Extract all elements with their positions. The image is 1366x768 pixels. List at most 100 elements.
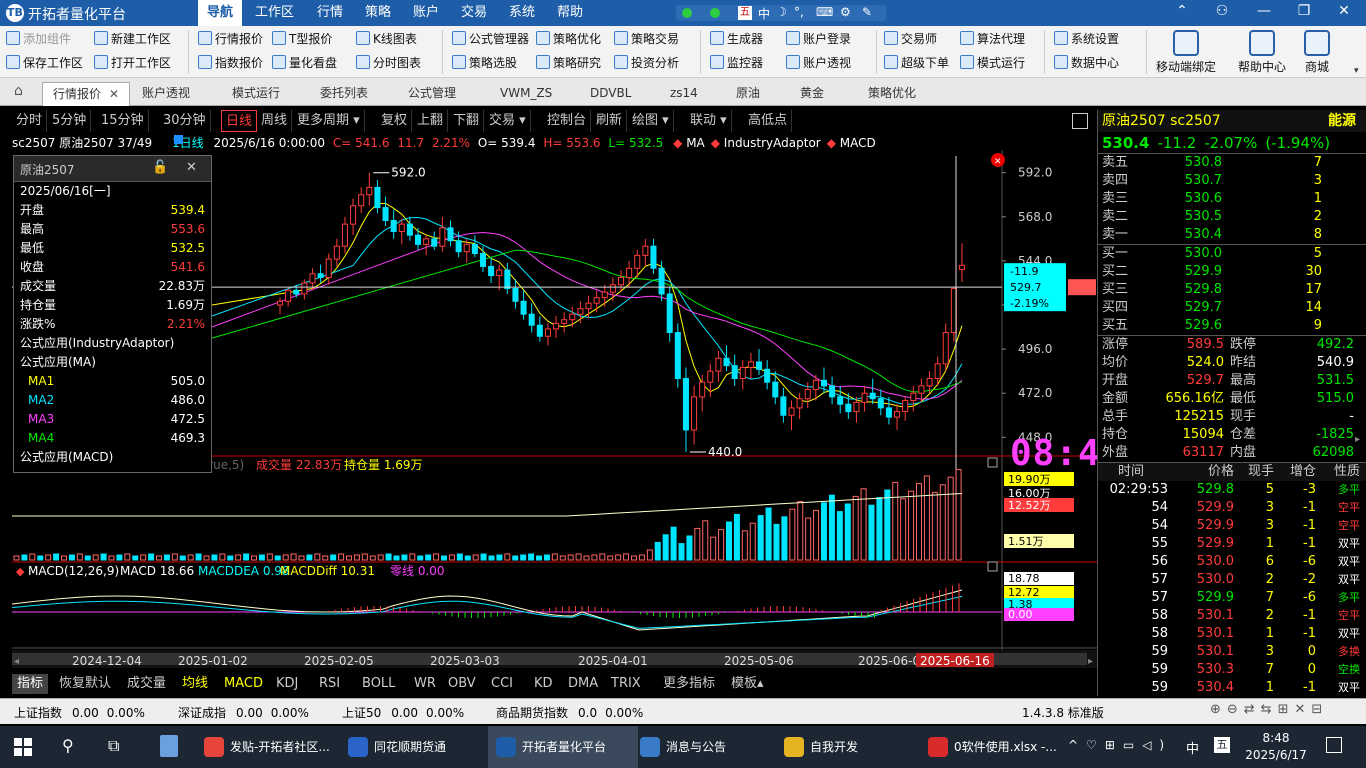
taskbar-app-5[interactable]: 0软件使用.xlsx -... xyxy=(920,726,1070,768)
period-button-7[interactable]: 复权 xyxy=(377,110,413,132)
orderbook-row[interactable]: 买三 529.8 17 xyxy=(1098,281,1366,299)
candle-body[interactable] xyxy=(756,361,763,370)
indicator-tab-15[interactable]: 模板▴ xyxy=(726,674,769,694)
candle-body[interactable] xyxy=(431,238,438,247)
toolbar-button[interactable]: 账户登录 xyxy=(786,28,851,50)
candle-body[interactable] xyxy=(845,403,852,413)
candle-body[interactable] xyxy=(504,269,511,289)
candle-body[interactable] xyxy=(780,396,787,416)
status-icons[interactable]: ⊕⊖⇄⇆⊞✕⊟ xyxy=(1210,702,1328,717)
candle-body[interactable] xyxy=(520,300,527,315)
menu-2[interactable]: 行情 xyxy=(308,0,352,26)
tab-4[interactable]: 公式管理 xyxy=(398,82,466,106)
indicator-tab-14[interactable]: 更多指标 xyxy=(658,674,720,694)
candle-body[interactable] xyxy=(902,400,909,413)
candle-body[interactable] xyxy=(585,302,592,310)
close-tab-icon[interactable]: ✕ xyxy=(109,87,119,101)
indicator-tab-11[interactable]: KD xyxy=(529,674,558,694)
panel-maximize-icon[interactable] xyxy=(987,457,998,468)
candle-body[interactable] xyxy=(910,392,917,402)
menu-6[interactable]: 系统 xyxy=(500,0,544,26)
candle-body[interactable] xyxy=(820,379,827,387)
candle-body[interactable] xyxy=(691,396,698,431)
index-ticker[interactable]: 上证指数 0.00 0.00% xyxy=(14,704,145,721)
toolbar-button[interactable]: 交易师 xyxy=(884,28,937,50)
tab-8[interactable]: 原油 xyxy=(726,82,770,106)
tab-5[interactable]: VWM_ZS xyxy=(490,82,562,106)
period-button-8[interactable]: 上翻 xyxy=(413,110,449,132)
orderbook-row[interactable]: 卖五 530.8 7 xyxy=(1098,154,1366,172)
orderbook-row[interactable]: 买五 529.6 9 xyxy=(1098,317,1366,335)
settings-icon[interactable]: ⚙ xyxy=(840,5,851,19)
candle-body[interactable] xyxy=(325,258,332,278)
tab-3[interactable]: 委托列表 xyxy=(310,82,378,106)
wrench-icon[interactable]: ✎ xyxy=(862,5,872,19)
toolbar-button[interactable]: 指数报价 xyxy=(198,52,263,74)
help-dropdown-icon[interactable]: ⌃ xyxy=(1170,3,1194,19)
toolbar-button[interactable]: T型报价 xyxy=(272,28,332,50)
indicator-tag[interactable]: ◆ MA xyxy=(673,136,705,150)
indicator-tab-2[interactable]: 成交量 xyxy=(122,674,171,694)
candle-body[interactable] xyxy=(723,357,730,367)
period-button-0[interactable]: 分时 xyxy=(12,110,48,132)
indicator-tab-1[interactable]: 恢复默认 xyxy=(54,674,116,694)
toolbar-button[interactable]: 量化看盘 xyxy=(272,52,337,74)
candle-body[interactable] xyxy=(439,227,446,247)
orderbook-row[interactable]: 买一 530.0 5 xyxy=(1098,245,1366,263)
big-toolbar-button[interactable]: 商城 xyxy=(1292,30,1342,75)
candle-body[interactable] xyxy=(894,411,901,418)
period-button-14[interactable]: 联动 ▾ xyxy=(686,110,732,132)
toolbar-button[interactable]: 监控器 xyxy=(710,52,763,74)
period-button-10[interactable]: 交易 ▾ xyxy=(485,110,531,132)
menu-7[interactable]: 帮助 xyxy=(548,0,592,26)
candle-body[interactable] xyxy=(666,293,673,334)
candle-body[interactable] xyxy=(301,282,308,295)
candle-body[interactable] xyxy=(764,368,771,383)
period-button-6[interactable]: 更多周期 ▾ xyxy=(293,110,365,132)
candle-body[interactable] xyxy=(885,407,892,418)
candle-body[interactable] xyxy=(561,319,568,324)
candle-body[interactable] xyxy=(958,264,966,270)
taskbar-app-1[interactable]: 同花顺期货通 xyxy=(340,726,490,768)
toolbar-button[interactable]: 策略优化 xyxy=(536,28,601,50)
big-toolbar-button[interactable]: 帮助中心 xyxy=(1228,30,1296,75)
candle-body[interactable] xyxy=(739,366,746,380)
close-icon[interactable]: ✕ xyxy=(1332,3,1356,19)
candle-body[interactable] xyxy=(626,267,633,278)
indicator-tab-12[interactable]: DMA xyxy=(563,674,603,694)
orderbook-row[interactable]: 卖一 530.4 8 xyxy=(1098,226,1366,244)
taskbar-app-4[interactable]: 自我开发 xyxy=(776,726,926,768)
user-icon[interactable]: ⚇ xyxy=(1210,3,1234,19)
toolbar-button[interactable]: 账户透视 xyxy=(786,52,851,74)
toolbar-button[interactable]: 超级下单 xyxy=(884,52,949,74)
candle-body[interactable] xyxy=(861,392,868,403)
candle-body[interactable] xyxy=(569,313,576,321)
close-icon[interactable]: ✕ xyxy=(186,160,197,175)
candle-body[interactable] xyxy=(918,385,925,394)
candle-body[interactable] xyxy=(699,381,706,398)
candle-body[interactable] xyxy=(455,240,462,253)
candle-body[interactable] xyxy=(772,381,779,398)
tray-clock[interactable]: 8:48 2025/6/17 xyxy=(1244,730,1308,764)
moon-icon[interactable]: ☽ xyxy=(776,5,787,19)
windows-start-icon[interactable] xyxy=(14,738,32,756)
indicator-tag[interactable]: ◆ IndustryAdaptor xyxy=(711,136,821,150)
toolbar-button[interactable]: 生成器 xyxy=(710,28,763,50)
candle-body[interactable] xyxy=(658,267,665,295)
maximize-chart-icon[interactable] xyxy=(1072,113,1088,129)
toolbar-button[interactable]: 打开工作区 xyxy=(94,52,171,74)
candle-body[interactable] xyxy=(406,223,413,236)
candle-body[interactable] xyxy=(837,396,844,405)
indicator-tab-3[interactable]: 均线 xyxy=(177,674,213,694)
tab-10[interactable]: 策略优化 xyxy=(858,82,926,106)
candle-body[interactable] xyxy=(358,194,365,207)
indicator-tab-7[interactable]: BOLL xyxy=(357,674,400,694)
period-button-13[interactable]: 绘图 ▾ xyxy=(628,110,674,132)
orderbook-row[interactable]: 卖二 530.5 2 xyxy=(1098,208,1366,226)
candle-body[interactable] xyxy=(276,300,284,306)
candle-body[interactable] xyxy=(463,243,470,253)
tab-6[interactable]: DDVBL xyxy=(580,82,641,106)
toolbar-button[interactable]: 模式运行 xyxy=(960,52,1025,74)
candle-body[interactable] xyxy=(617,276,625,286)
menu-1[interactable]: 工作区 xyxy=(246,0,303,26)
